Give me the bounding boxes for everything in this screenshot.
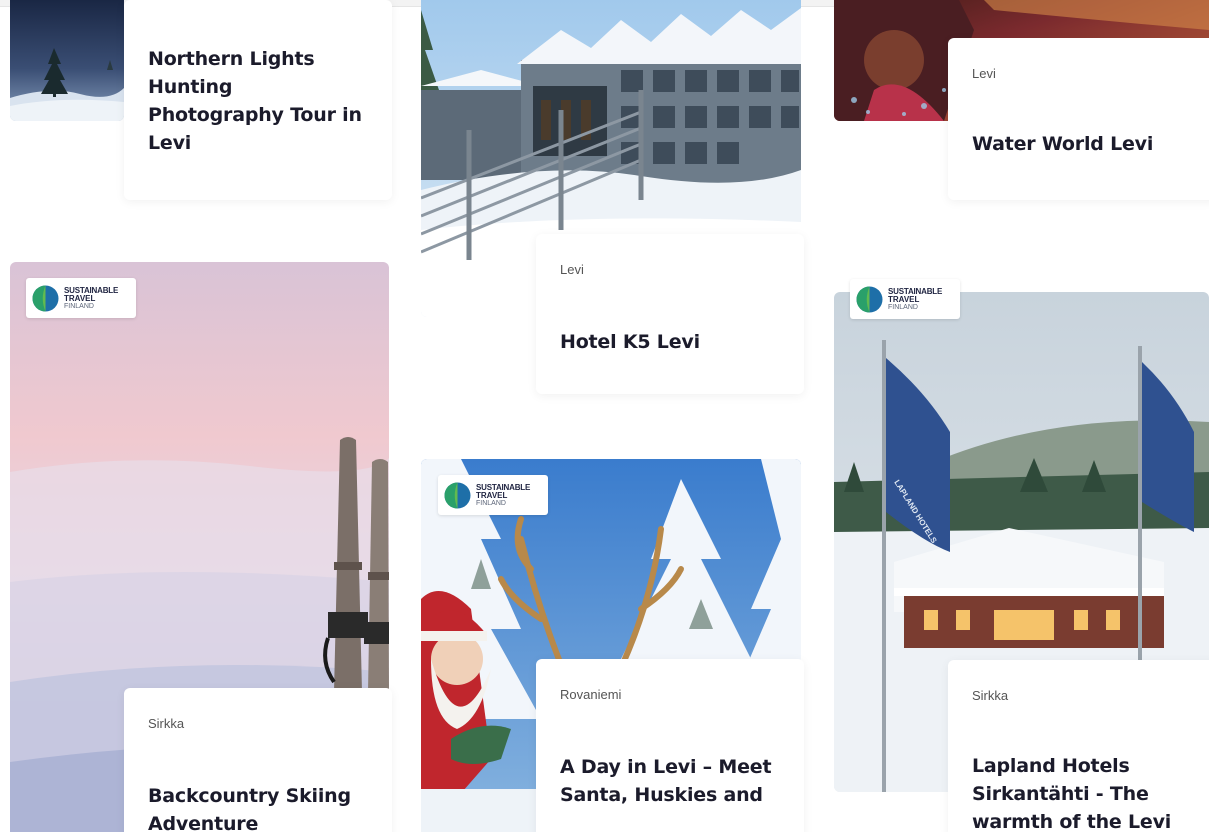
badge-text: FINLAND <box>888 304 918 311</box>
card-day-in-levi[interactable]: SUSTAINABLE TRAVEL FINLAND Rovaniemi A D… <box>410 459 810 832</box>
sustainable-travel-badge: SUSTAINABLE TRAVEL FINLAND <box>26 278 136 318</box>
card-hotel-k5[interactable]: Levi Hotel K5 Levi <box>410 0 810 400</box>
card-location: Levi <box>560 262 584 277</box>
sustainable-travel-logo-icon <box>856 286 883 313</box>
card-title[interactable]: Lapland Hotels Sirkantähti - The warmth … <box>972 752 1200 832</box>
card-title[interactable]: Hotel K5 Levi <box>560 328 786 356</box>
badge-text: FINLAND <box>476 500 506 507</box>
sustainable-travel-logo-icon <box>444 482 471 509</box>
card-info: Northern Lights Hunting Photography Tour… <box>124 0 392 200</box>
card-info: Rovaniemi A Day in Levi – Meet Santa, Hu… <box>536 659 804 832</box>
card-location: Rovaniemi <box>560 687 622 702</box>
card-title[interactable]: Backcountry Skiing Adventure <box>148 782 374 832</box>
card-backcountry[interactable]: SUSTAINABLE TRAVEL FINLAND Sirkka Backco… <box>0 262 400 832</box>
card-info: Levi Water World Levi <box>948 38 1209 200</box>
card-image[interactable] <box>10 0 124 121</box>
sustainable-travel-logo-icon <box>32 285 59 312</box>
card-location: Sirkka <box>972 688 1009 703</box>
card-info: Levi Hotel K5 Levi <box>536 234 804 394</box>
card-title[interactable]: A Day in Levi – Meet Santa, Huskies and <box>560 753 786 809</box>
badge-text: FINLAND <box>64 303 94 310</box>
card-title[interactable]: Water World Levi <box>972 130 1200 158</box>
badge-text: TRAVEL <box>888 295 920 304</box>
card-lapland-hotels[interactable]: LAPLAND HOTELS SUSTAINABLE TRAVEL FINLAN… <box>830 262 1209 832</box>
card-info: Sirkka Lapland Hotels Sirkantähti - The … <box>948 660 1209 832</box>
card-info: Sirkka Backcountry Skiing Adventure <box>124 688 392 832</box>
card-northern-lights[interactable]: Northern Lights Hunting Photography Tour… <box>0 0 400 210</box>
sustainable-travel-badge: SUSTAINABLE TRAVEL FINLAND <box>438 475 548 515</box>
badge-text: TRAVEL <box>476 491 508 500</box>
badge-text: TRAVEL <box>64 294 96 303</box>
card-water-world[interactable]: Levi Water World Levi <box>830 0 1209 210</box>
page: Northern Lights Hunting Photography Tour… <box>0 0 1209 832</box>
sustainable-travel-badge: SUSTAINABLE TRAVEL FINLAND <box>850 279 960 319</box>
card-location: Levi <box>972 66 996 81</box>
card-location: Sirkka <box>148 716 185 731</box>
card-title[interactable]: Northern Lights Hunting Photography Tour… <box>148 45 374 157</box>
